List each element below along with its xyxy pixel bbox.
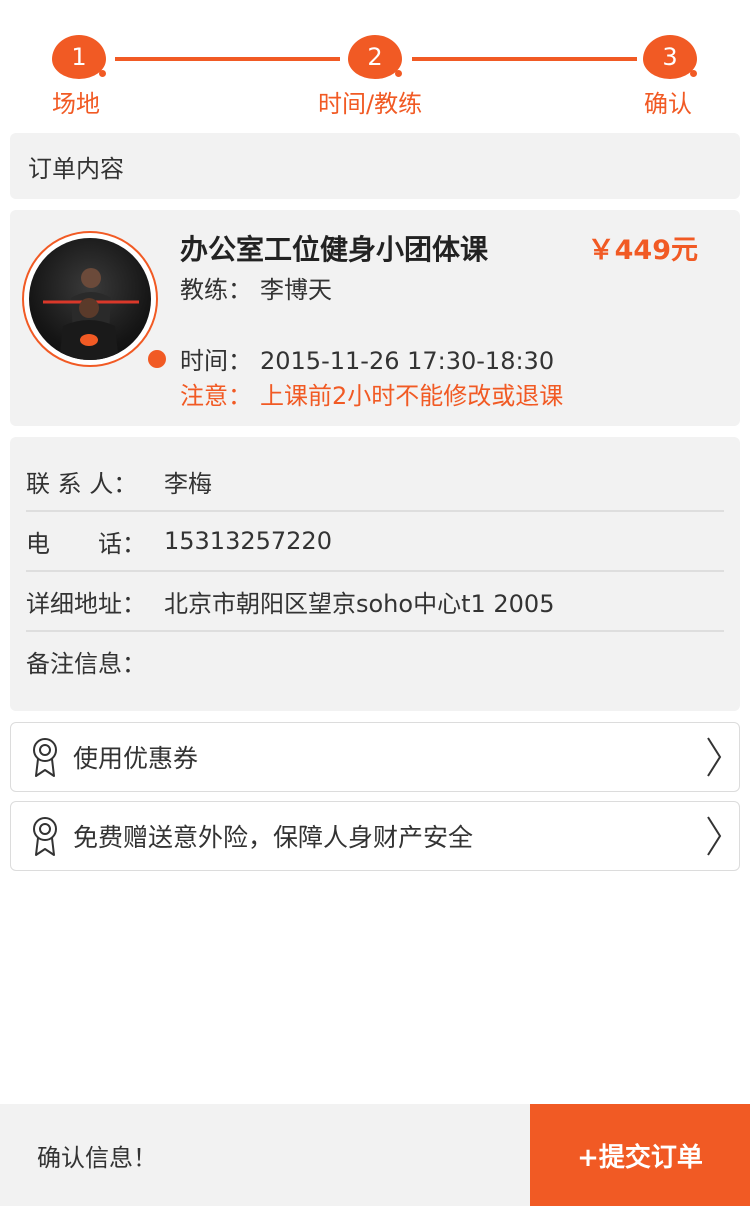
phone-value: 15313257220	[164, 527, 332, 555]
phone-row[interactable]: 电 话： 15313257220	[26, 511, 724, 571]
step-connector-line	[412, 57, 637, 61]
order-section-title: 订单内容	[28, 154, 124, 183]
step-3-number: 3	[662, 43, 678, 71]
address-row[interactable]: 详细地址： 北京市朝阳区望京soho中心t1 2005	[26, 571, 724, 631]
contact-info-card: 联 系 人： 李梅 电 话： 15313257220 详细地址： 北京市朝阳区望…	[10, 437, 740, 711]
class-time: 时间： 2015-11-26 17:30-18:30	[180, 341, 554, 376]
step-3-label: 确认	[644, 90, 692, 118]
use-coupon-row[interactable]: 使用优惠券	[10, 722, 740, 792]
progress-stepper: 1 场地 2 时间/教练 3 确认	[0, 0, 750, 125]
address-label: 详细地址：	[26, 589, 146, 618]
free-insurance-label: 免费赠送意外险，保障人身财产安全	[73, 823, 474, 852]
cancellation-notice: 注意： 上课前2小时不能修改或退课	[180, 376, 563, 411]
step-1-circle: 1	[52, 35, 106, 79]
coach-name: 李博天	[260, 276, 332, 304]
phone-label: 电 话：	[26, 529, 146, 558]
submit-order-button[interactable]: +提交订单	[530, 1104, 750, 1206]
course-avatar	[22, 231, 166, 368]
course-price: ￥449元	[587, 235, 698, 266]
contact-person-value: 李梅	[164, 469, 212, 498]
confirm-info-text: 确认信息！	[37, 1143, 157, 1172]
chevron-right-icon	[707, 816, 722, 856]
trainer-photo-illustration	[43, 268, 139, 360]
course-photo	[29, 238, 151, 360]
time-label: 时间：	[180, 347, 252, 375]
step-3-circle: 3	[643, 35, 697, 79]
free-insurance-row[interactable]: 免费赠送意外险，保障人身财产安全	[10, 801, 740, 871]
chevron-right-icon	[707, 737, 722, 777]
step-2-circle: 2	[348, 35, 402, 79]
award-ribbon-icon	[33, 817, 57, 856]
remark-label: 备注信息：	[26, 649, 146, 678]
step-1-number: 1	[71, 43, 87, 71]
coach-label: 教练：	[180, 276, 252, 304]
order-card: 办公室工位健身小团体课 ￥449元 教练： 李博天 时间： 2015-11-26 1…	[10, 210, 740, 426]
coach-info: 教练： 李博天	[180, 270, 332, 305]
notice-label: 注意：	[180, 382, 252, 410]
contact-person-row[interactable]: 联 系 人： 李梅	[26, 451, 724, 511]
notice-value: 上课前2小时不能修改或退课	[260, 382, 564, 410]
bottom-action-bar: 确认信息！ +提交订单	[0, 1104, 750, 1206]
time-value: 2015-11-26 17:30-18:30	[260, 347, 555, 375]
remark-row[interactable]: 备注信息：	[26, 631, 724, 691]
award-ribbon-icon	[33, 738, 57, 777]
step-2-dot	[395, 70, 402, 77]
step-2-label: 时间/教练	[318, 90, 423, 118]
course-title: 办公室工位健身小团体课	[180, 233, 489, 266]
avatar-status-dot	[148, 350, 166, 368]
step-2-number: 2	[367, 43, 383, 71]
step-connector-line	[115, 57, 340, 61]
address-value: 北京市朝阳区望京soho中心t1 2005	[164, 589, 555, 618]
step-3-dot	[690, 70, 697, 77]
use-coupon-label: 使用优惠券	[73, 744, 199, 773]
step-1-dot	[99, 70, 106, 77]
step-1-label: 场地	[52, 90, 100, 118]
contact-person-label: 联 系 人：	[26, 469, 138, 498]
order-section-header: 订单内容	[10, 133, 740, 199]
